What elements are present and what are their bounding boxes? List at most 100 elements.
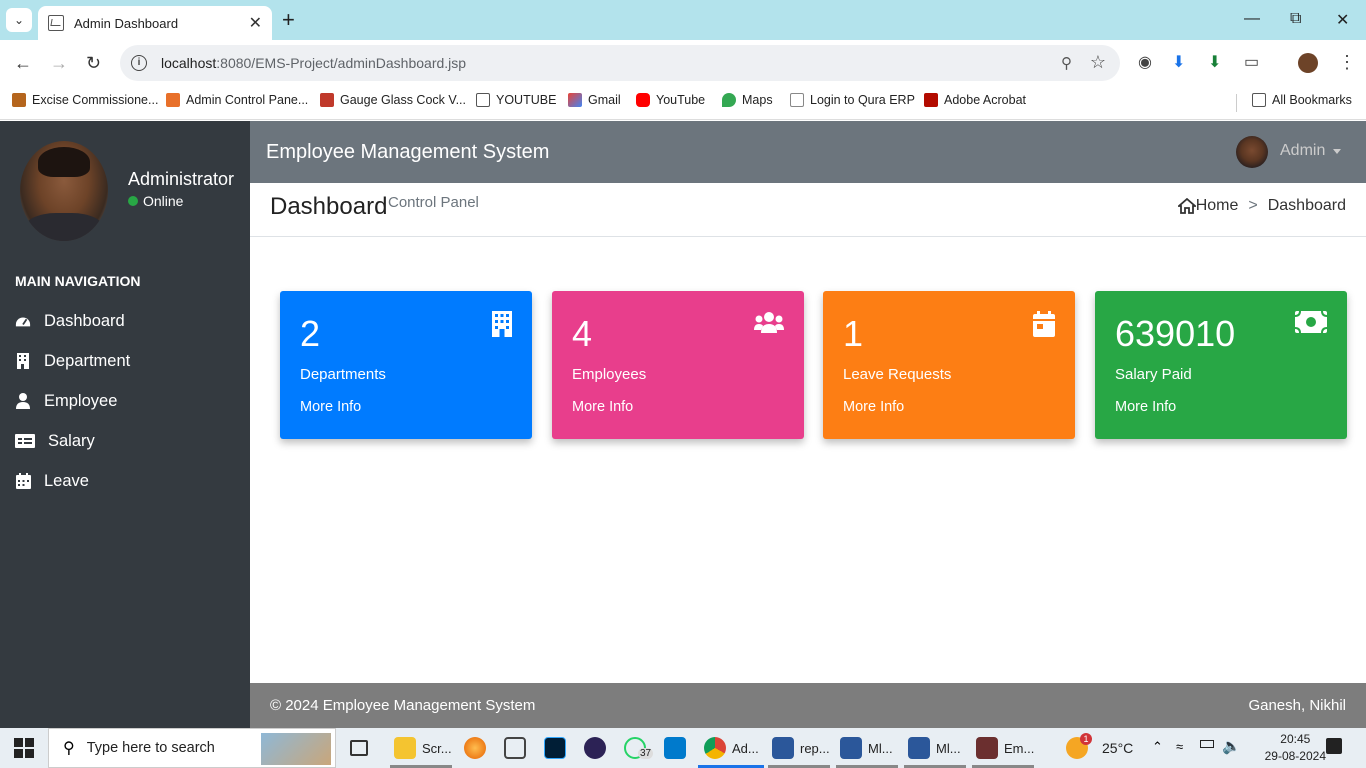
sidebar-item-leave[interactable]: Leave <box>15 466 235 496</box>
extensions-icon[interactable]: ▭ <box>1244 52 1259 72</box>
window-close-icon[interactable]: ✕ <box>1336 10 1349 30</box>
new-tab-icon[interactable]: + <box>282 9 295 31</box>
footer-copyright: © 2024 Employee Management System <box>270 697 536 714</box>
taskbar-app-word[interactable]: rep... <box>772 734 830 762</box>
sidebar-item-label: Department <box>44 351 131 370</box>
bookmark-item[interactable]: Admin Control Pane... <box>166 93 308 107</box>
home-icon <box>1177 198 1196 214</box>
restore-icon[interactable]: ⧉ <box>1290 10 1301 28</box>
more-info-link[interactable]: More Info <box>1115 399 1176 415</box>
breadcrumb-separator: > <box>1248 197 1258 214</box>
taskbar-search[interactable]: ⚲ Type here to search <box>48 728 336 768</box>
breadcrumb-home-label: Home <box>1195 197 1239 214</box>
app-title: Employee Management System <box>266 141 550 163</box>
bookmark-item[interactable]: Maps <box>722 93 773 107</box>
sidebar-item-label: Dashboard <box>44 311 125 330</box>
bookmark-item[interactable]: YOUTUBE <box>476 93 556 107</box>
eclipse-icon[interactable] <box>584 734 612 762</box>
minimize-icon[interactable]: — <box>1244 10 1260 28</box>
taskbar-app-word[interactable]: Ml... <box>840 734 893 762</box>
address-bar[interactable]: i localhost:8080/EMS-Project/adminDashbo… <box>120 45 1120 81</box>
avatar-shirt <box>24 213 104 241</box>
bookmark-label: YouTube <box>656 93 706 107</box>
download-icon[interactable]: ⬇ <box>1172 52 1185 72</box>
taskbar-app-word[interactable]: Ml... <box>908 734 961 762</box>
bookmark-item[interactable]: YouTube <box>636 93 705 107</box>
url-text: localhost:8080/EMS-Project/adminDashboar… <box>161 55 466 71</box>
weather-widget[interactable]: 1 25°C <box>1066 733 1133 759</box>
browser-tab-active[interactable]: Admin Dashboard ✕ <box>38 6 272 40</box>
bookmark-star-icon[interactable]: ☆ <box>1090 52 1106 73</box>
bookmark-item[interactable]: Login to Qura ERP <box>790 93 915 107</box>
admin-dropdown[interactable]: Admin <box>1280 142 1342 160</box>
bookmark-item[interactable]: Adobe Acrobat <box>924 93 1026 107</box>
bookmark-item[interactable]: Gmail <box>568 93 621 107</box>
word-icon <box>772 737 794 759</box>
employees-card: 4 Employees More Info <box>552 291 804 439</box>
more-info-link[interactable]: More Info <box>300 399 361 415</box>
all-bookmarks-button[interactable]: All Bookmarks <box>1252 93 1352 107</box>
reload-icon[interactable]: ↻ <box>86 53 101 74</box>
word-icon <box>908 737 930 759</box>
back-icon[interactable]: ← <box>14 53 32 74</box>
avatar-hair <box>38 147 90 177</box>
online-status-icon <box>128 196 138 206</box>
more-info-link[interactable]: More Info <box>572 399 633 415</box>
system-clock[interactable]: 20:45 29-08-2024 <box>1265 731 1326 765</box>
dashboard-icon <box>15 313 31 329</box>
vscode-icon[interactable] <box>664 734 692 762</box>
bookmark-item[interactable]: Excise Commissione... <box>12 93 158 107</box>
admin-label: Admin <box>1280 142 1326 159</box>
user-status: Online <box>128 193 183 209</box>
emblem-icon <box>12 93 26 107</box>
browser-tab-strip: ⌄ Admin Dashboard ✕ + — ⧉ ✕ <box>0 0 1366 40</box>
money-icon <box>1294 310 1328 338</box>
profile-avatar[interactable] <box>1298 53 1318 73</box>
folder-icon <box>394 737 416 759</box>
browser-toolbar: ← → ↻ i localhost:8080/EMS-Project/admin… <box>0 40 1366 86</box>
sidebar-item-label: Leave <box>44 471 89 490</box>
windows-start-icon[interactable] <box>14 738 34 758</box>
task-view-icon[interactable] <box>350 734 374 762</box>
admin-avatar[interactable] <box>1236 136 1268 168</box>
battery-icon[interactable] <box>1200 740 1214 748</box>
sidebar-item-department[interactable]: Department <box>15 346 235 376</box>
chrome-icon <box>704 737 726 759</box>
calendar-app-icon[interactable] <box>504 734 532 762</box>
photoshop-icon[interactable] <box>544 734 572 762</box>
taskbar-app-chrome[interactable]: Ad... <box>704 734 759 762</box>
taskbar-app-explorer[interactable]: Scr... <box>394 734 452 762</box>
volume-icon[interactable]: 🔈 <box>1222 737 1241 755</box>
sidebar-item-employee[interactable]: Employee <box>15 386 235 416</box>
search-highlight-image <box>261 733 331 765</box>
more-info-link[interactable]: More Info <box>843 399 904 415</box>
tab-title: Admin Dashboard <box>74 15 179 31</box>
bookmark-label: Gauge Glass Cock V... <box>340 93 466 107</box>
folder-icon <box>1252 93 1266 107</box>
tab-search-button[interactable]: ⌄ <box>6 8 32 32</box>
forward-icon[interactable]: → <box>50 53 68 74</box>
bookmark-item[interactable]: Gauge Glass Cock V... <box>320 93 466 107</box>
url-path: :8080/EMS-Project/adminDashboard.jsp <box>216 55 467 71</box>
firefox-icon[interactable] <box>464 734 492 762</box>
whatsapp-icon[interactable]: 37 <box>624 734 654 762</box>
browser-menu-icon[interactable]: ⋮ <box>1338 52 1356 73</box>
chevron-up-icon[interactable]: ⌃ <box>1152 739 1163 755</box>
extension-download-icon[interactable]: ⬇ <box>1208 52 1221 72</box>
breadcrumb-home[interactable]: Home <box>1177 197 1239 215</box>
taskbar-app-ems[interactable]: Em... <box>976 734 1034 762</box>
wifi-icon[interactable]: ≈ <box>1176 739 1183 754</box>
sidebar-item-salary[interactable]: Salary <box>15 426 235 456</box>
sidebar: Administrator Online MAIN NAVIGATION Das… <box>0 121 250 728</box>
notifications-icon[interactable] <box>1326 738 1342 754</box>
key-icon[interactable]: ⚲ <box>1061 54 1072 72</box>
tab-close-icon[interactable]: ✕ <box>249 13 262 33</box>
site-info-icon[interactable]: i <box>131 55 147 71</box>
card-number: 2 <box>300 313 321 354</box>
user-name: Administrator <box>128 169 235 189</box>
camera-icon[interactable]: ◉ <box>1138 52 1152 72</box>
building-icon <box>492 311 512 342</box>
folder-icon <box>476 93 490 107</box>
sidebar-item-dashboard[interactable]: Dashboard <box>15 306 235 336</box>
clock-date: 29-08-2024 <box>1264 749 1326 763</box>
